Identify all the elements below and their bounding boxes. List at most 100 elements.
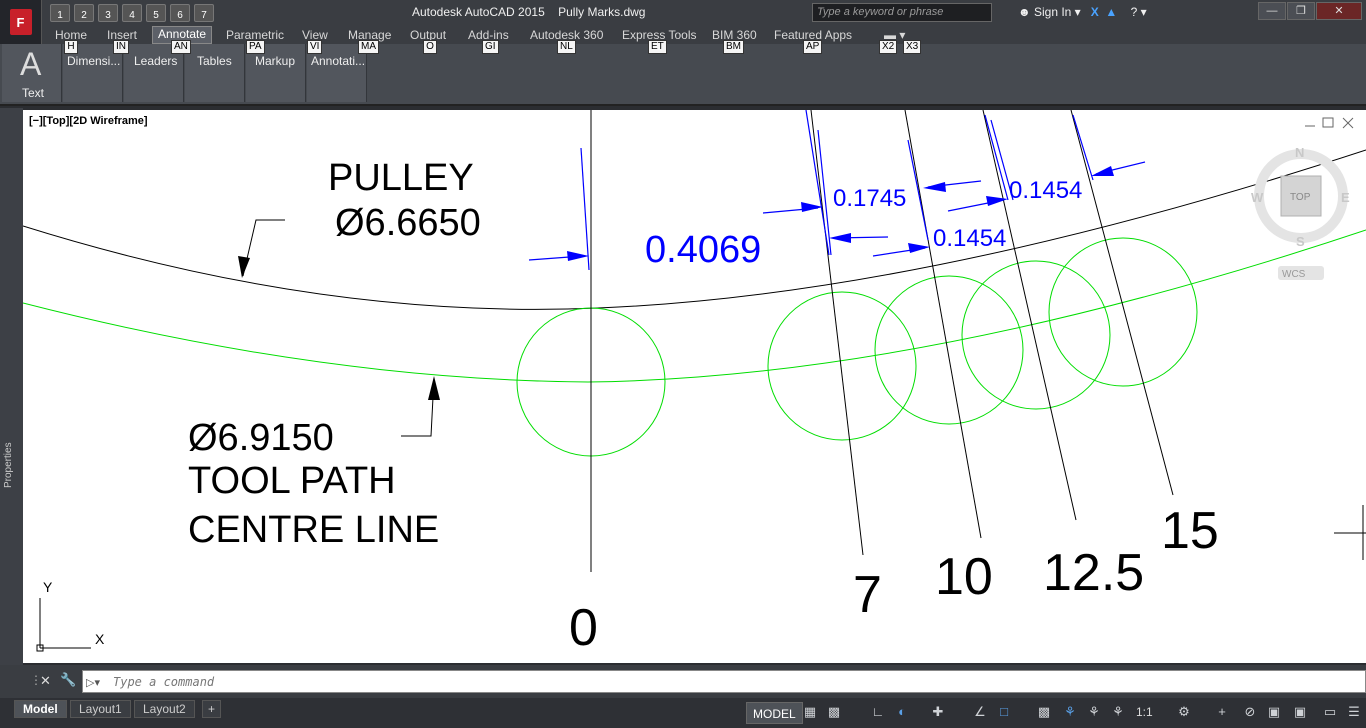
qat-button[interactable]: 3 [98, 4, 118, 22]
dim-extension [984, 114, 1009, 201]
wcs-label: WCS [1282, 269, 1306, 280]
ortho-icon[interactable]: ∟ [870, 704, 886, 720]
viewport-controls-label[interactable]: [−][Top][2D Wireframe] [29, 115, 148, 127]
mark-12-5: 12.5 [1043, 544, 1144, 602]
dimension-2: 0.1454 [933, 225, 1006, 252]
layout-tab-layout1[interactable]: Layout1 [70, 700, 131, 718]
pulley-label: PULLEY [328, 157, 474, 199]
viewport-window-controls[interactable] [1305, 117, 1354, 129]
isolate-objects-icon[interactable]: ⊘ [1242, 704, 1258, 720]
sign-in-button[interactable]: ☻ Sign In ▾ X ▲ ? ▾ [1018, 5, 1147, 19]
properties-palette-strip[interactable]: Properties [0, 108, 23, 665]
model-space-button[interactable]: MODEL [746, 702, 803, 724]
dim-arrowhead [829, 233, 851, 243]
toolpath-label-2: CENTRE LINE [188, 509, 439, 551]
keytip: O [423, 40, 437, 54]
fullscreen-icon[interactable]: ▭ [1322, 704, 1338, 720]
dim-arrowhead [801, 202, 823, 212]
annotation-visibility-icon[interactable]: ⚘ [1062, 704, 1078, 720]
keytip: NL [557, 40, 576, 54]
file-name: Pully Marks.dwg [558, 5, 646, 19]
dim-extension [907, 139, 929, 241]
drawing-canvas[interactable]: PULLEY Ø6.6650 Ø6.9150 TOOL PATH CENTRE … [23, 110, 1366, 663]
dimension-3: 0.1454 [1009, 177, 1082, 204]
polar-tracking-icon[interactable]: ◐ [894, 704, 910, 720]
keytip: MA [358, 40, 379, 54]
dim-extension [805, 110, 830, 256]
toolpath-label-1: TOOL PATH [188, 460, 396, 502]
osnap-tracking-icon[interactable]: ✚ [930, 704, 946, 720]
viewcube[interactable]: TOP N S E W WCS [1251, 145, 1350, 280]
dim-extension [817, 129, 832, 256]
qat-button[interactable]: 6 [170, 4, 190, 22]
dim-arrowhead [908, 243, 930, 253]
radial-line-12-5 [982, 110, 1077, 521]
text-panel[interactable]: A Text [2, 44, 62, 102]
tool-circle [767, 291, 917, 441]
ucs-icon [36, 598, 91, 652]
dimension-1: 0.1745 [833, 185, 906, 212]
layout-tab-layout2[interactable]: Layout2 [134, 700, 195, 718]
keytip: PA [246, 40, 265, 54]
autodesk-360-icon[interactable]: ▲ [1105, 5, 1117, 19]
clean-screen-icon[interactable]: ▣ [1292, 704, 1308, 720]
app-name: Autodesk AutoCAD 2015 [412, 5, 545, 19]
keytip: X2 [879, 40, 898, 54]
workspace-gear-icon[interactable]: ⚙ [1176, 704, 1192, 720]
restore-button[interactable]: ❐ [1287, 2, 1315, 20]
text-panel-label: Text [22, 86, 45, 100]
keytip: ET [648, 40, 667, 54]
customize-wrench-icon[interactable]: 🔧 [60, 672, 76, 688]
customization-menu-icon[interactable]: ☰ [1346, 704, 1362, 720]
keytip: AP [803, 40, 823, 54]
search-input[interactable]: Type a keyword or phrase [812, 3, 992, 22]
grid-icon[interactable]: ▦ [802, 704, 818, 720]
quick-access-toolbar: 1 2 3 4 5 6 7 [50, 4, 214, 22]
selection-cycling-icon[interactable]: ▩ [1036, 704, 1052, 720]
transparency-icon[interactable]: □ [996, 704, 1012, 720]
tables-panel[interactable]: Tables [185, 44, 245, 102]
window-title: Autodesk AutoCAD 2015 Pully Marks.dwg [412, 5, 645, 19]
snap-icon[interactable]: ▩ [826, 704, 842, 720]
lineweight-icon[interactable]: ∠ [972, 704, 988, 720]
keytip: X3 [903, 40, 922, 54]
application-menu-button[interactable]: F [0, 0, 42, 44]
qat-button[interactable]: 2 [74, 4, 94, 22]
keytip: H [64, 40, 78, 54]
close-icon[interactable]: ✕ [40, 673, 51, 689]
annotation-scale-value[interactable]: 1:1 [1136, 705, 1153, 719]
qat-button[interactable]: 4 [122, 4, 142, 22]
dimension-main: 0.4069 [645, 229, 761, 271]
autoscale-icon[interactable]: ⚘ [1086, 704, 1102, 720]
add-layout-icon[interactable]: + [202, 700, 222, 718]
exchange-icon[interactable]: X [1091, 5, 1099, 19]
minimize-button[interactable]: — [1258, 2, 1286, 20]
viewcube-face-label: TOP [1290, 192, 1311, 203]
annotation-scale-icon[interactable]: ⚘ [1110, 704, 1126, 720]
dim-extension [580, 147, 590, 271]
layout-tab-model[interactable]: Model [14, 700, 67, 718]
annotation-monitor-icon[interactable]: + [1214, 704, 1230, 720]
qat-button[interactable]: 7 [194, 4, 214, 22]
text-A-icon: A [20, 46, 42, 82]
toolpath-leader [401, 377, 435, 437]
keytip: AN [171, 40, 191, 54]
recent-commands-icon[interactable]: ▷▾ [86, 676, 100, 689]
qat-button[interactable]: 5 [146, 4, 166, 22]
toolpath-arrowhead [428, 376, 440, 400]
dim-arrowhead [923, 182, 946, 192]
keytip: GI [482, 40, 499, 54]
close-button[interactable]: ✕ [1316, 2, 1362, 20]
tool-circle [874, 275, 1024, 425]
ribbon-panel-area: A Text Dimensi... Leaders Tables Markup … [0, 44, 1366, 106]
drawing-viewport[interactable]: PULLEY Ø6.6650 Ø6.9150 TOOL PATH CENTRE … [23, 110, 1366, 663]
viewcube-south: S [1296, 234, 1305, 249]
hardware-acceleration-icon[interactable]: ▣ [1266, 704, 1282, 720]
help-icon[interactable]: ? [1131, 5, 1138, 19]
command-input[interactable]: Type a command [82, 670, 1366, 693]
keytip: VI [307, 40, 323, 54]
qat-button[interactable]: 1 [50, 4, 70, 22]
keytip: IN [113, 40, 129, 54]
title-bar: F 1 2 3 4 5 6 7 Autodesk AutoCAD 2015 Pu… [0, 0, 1366, 44]
ucs-y-label: Y [43, 579, 53, 595]
